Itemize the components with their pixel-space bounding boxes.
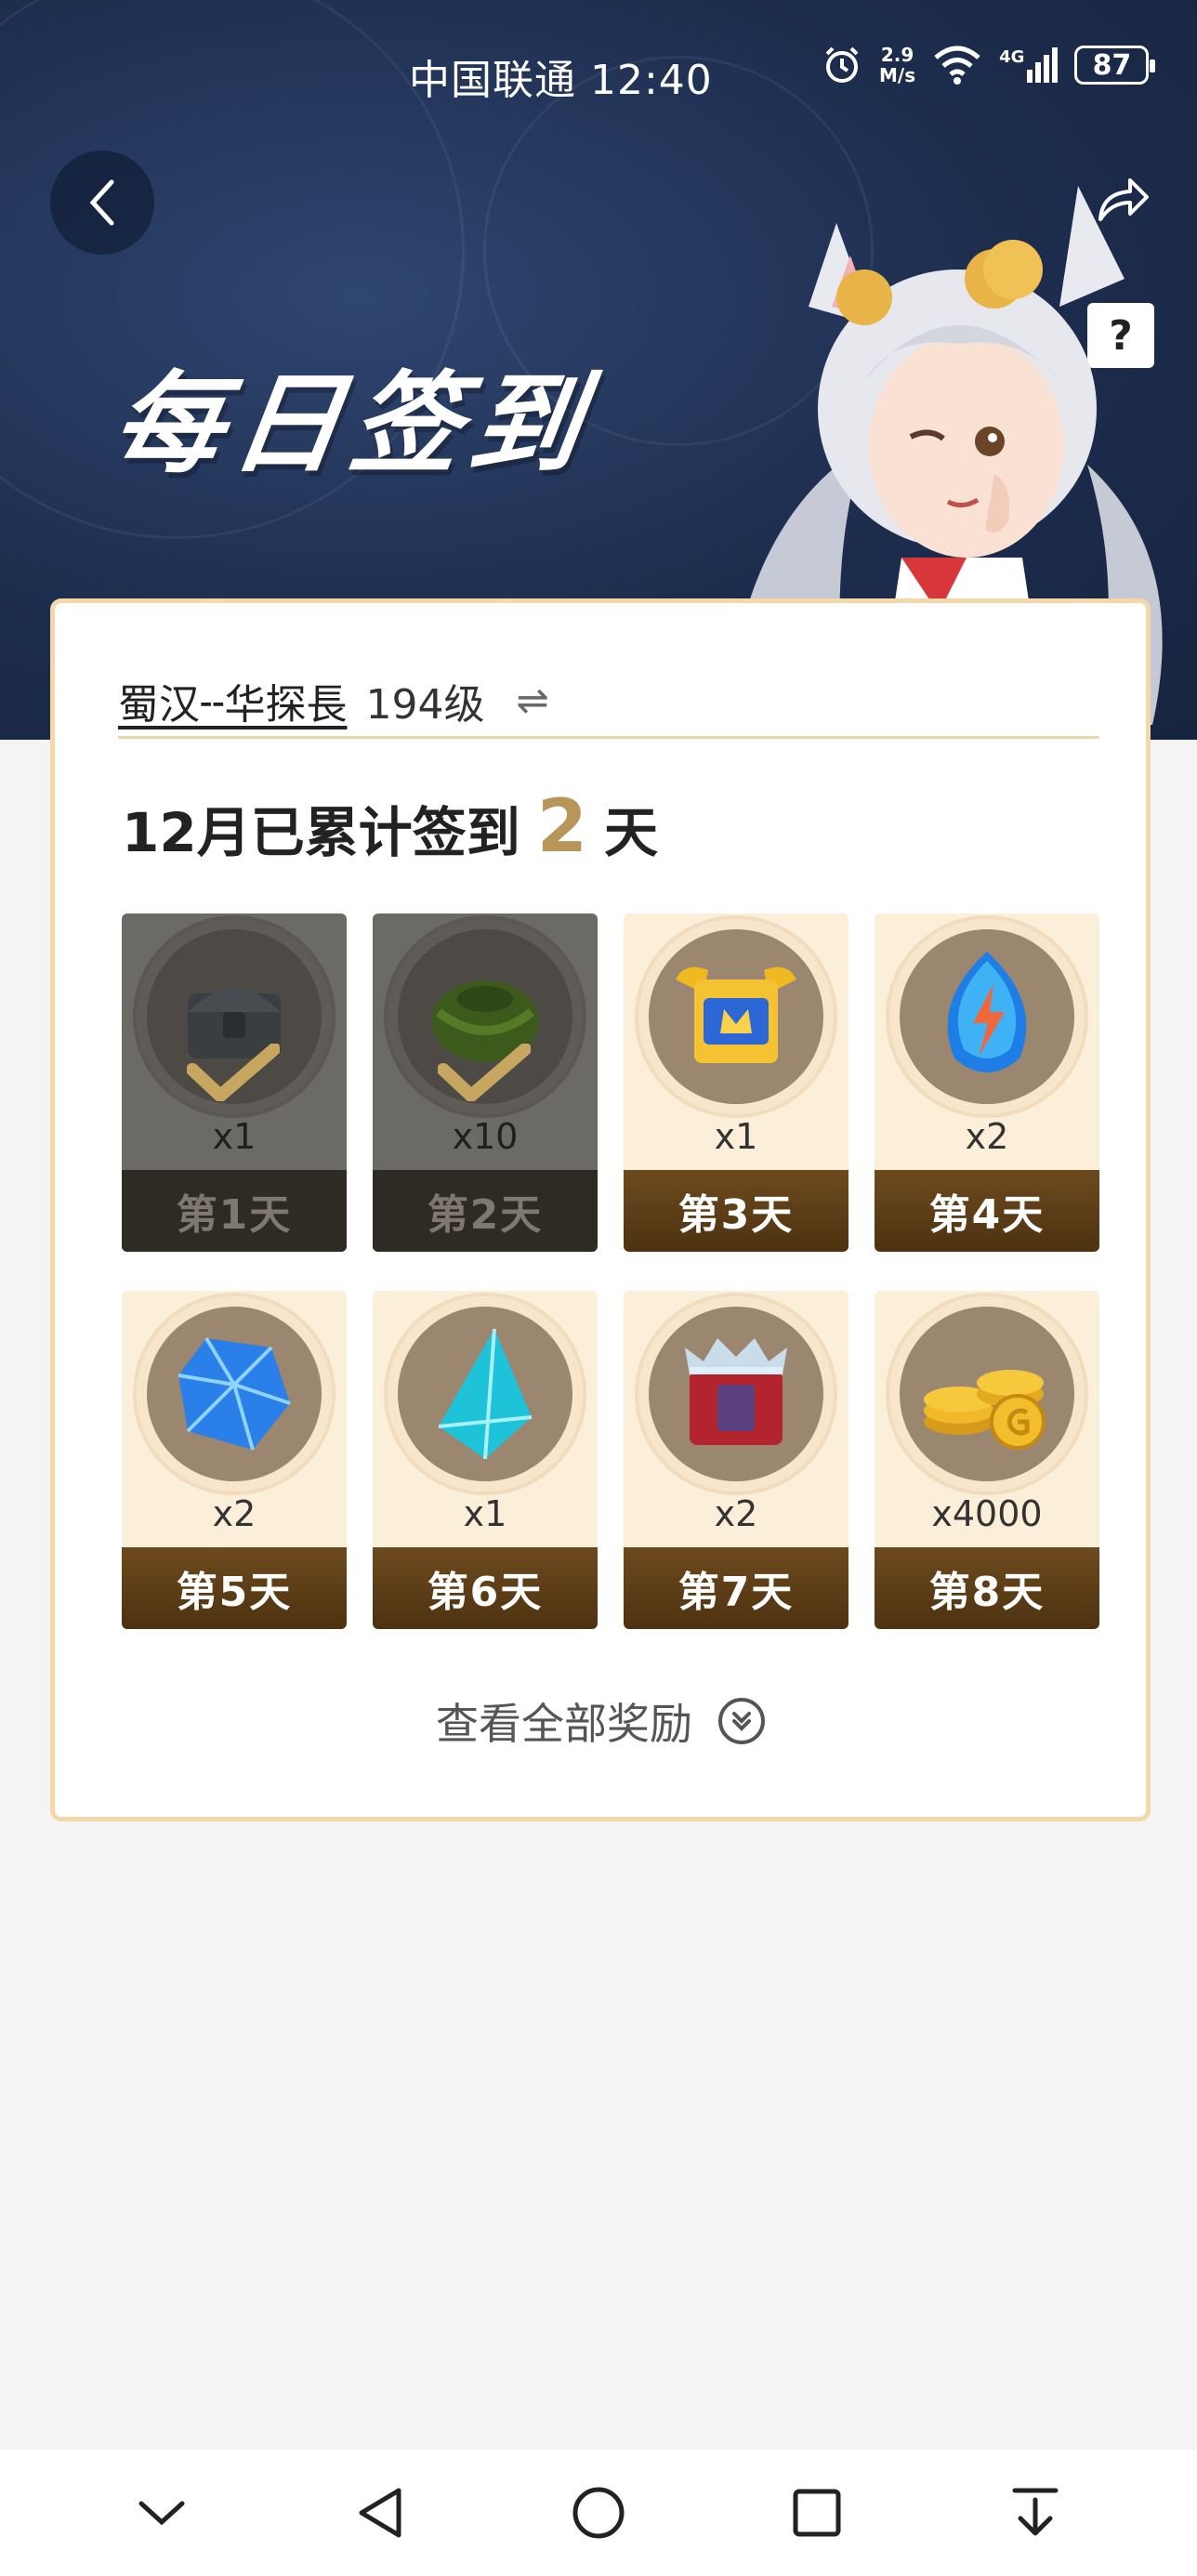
triangle-back-icon [359, 2488, 401, 2538]
net-speed: 2.9 M/s [879, 45, 915, 85]
reward-icon-frame [886, 915, 1088, 1118]
reward-grid: x1 第1天 x10 第2天 x1 第3天 x2 第4天 x2 第5天 x1 第… [122, 913, 1103, 1629]
reward-icon-frame [384, 1293, 586, 1495]
reward-quantity: x1 [463, 1493, 507, 1534]
reward-day-label: 第3天 [624, 1170, 848, 1252]
reward-cell-day-6[interactable]: x1 第6天 [373, 1291, 598, 1629]
nav-hide-button[interactable] [125, 2476, 199, 2550]
signin-summary: 12月已累计签到 2 天 [122, 785, 658, 869]
lightning-gem-icon [900, 929, 1074, 1104]
claimed-check-icon [438, 1044, 531, 1101]
reward-quantity: x10 [452, 1116, 519, 1157]
claimed-check-icon [187, 1044, 280, 1101]
reward-icon-frame [635, 1293, 837, 1495]
reward-day-label: 第7天 [624, 1547, 848, 1629]
reward-day-label: 第5天 [122, 1547, 347, 1629]
double-chevron-down-icon [718, 1698, 765, 1744]
reward-cell-day-1[interactable]: x1 第1天 [122, 913, 347, 1252]
reward-cell-day-5[interactable]: x2 第5天 [122, 1291, 347, 1629]
reward-icon-frame [886, 1293, 1088, 1495]
player-name: 蜀汉╌华探長 [118, 680, 348, 729]
reward-cell-day-8[interactable]: x4000 第8天 [875, 1291, 1099, 1629]
page-title: 每日签到 [104, 360, 599, 488]
reward-quantity: x4000 [931, 1493, 1043, 1534]
reward-day-label: 第6天 [373, 1547, 598, 1629]
switch-account-icon[interactable]: ⇌ [516, 677, 548, 723]
cyan-crystal-icon [398, 1307, 572, 1481]
reward-icon-frame [133, 1293, 335, 1495]
reward-day-label: 第8天 [875, 1547, 1099, 1629]
blue-crystal-icon [147, 1307, 322, 1481]
reward-day-label: 第1天 [122, 1170, 347, 1252]
reward-quantity: x1 [714, 1116, 758, 1157]
chevron-left-icon [89, 179, 114, 226]
pull-down-icon [1012, 2488, 1059, 2536]
reward-day-label: 第2天 [373, 1170, 598, 1252]
square-recents-icon [793, 2489, 841, 2537]
net-speed-unit: M/s [879, 64, 916, 86]
reward-icon-frame [635, 915, 837, 1118]
wifi-icon [934, 46, 980, 85]
reward-cell-day-3[interactable]: x1 第3天 [624, 913, 848, 1252]
summary-prefix: 12月已累计签到 [122, 801, 520, 864]
nav-home-button[interactable] [561, 2476, 636, 2550]
circle-home-icon [572, 2487, 625, 2539]
back-button[interactable] [50, 151, 154, 255]
player-level: 194级 [365, 680, 485, 729]
network-type: 4G [999, 47, 1025, 67]
carrier-time: 中国联通 12:40 [409, 57, 713, 104]
nav-notifications-button[interactable] [998, 2476, 1072, 2550]
chevron-down-icon [138, 2501, 185, 2526]
reward-cell-day-4[interactable]: x2 第4天 [875, 913, 1099, 1252]
reward-quantity: x2 [212, 1493, 256, 1534]
nav-back-button[interactable] [343, 2476, 417, 2550]
signin-day-count: 2 [536, 785, 587, 869]
red-chest-icon [649, 1307, 823, 1481]
status-icons: 2.9 M/s 4G 87 [822, 45, 1156, 85]
battery-level: 87 [1092, 48, 1132, 82]
net-speed-value: 2.9 [880, 44, 914, 66]
alarm-icon [825, 46, 859, 83]
view-all-rewards-button[interactable]: 查看全部奖励 [55, 1690, 1146, 1752]
reward-cell-day-2[interactable]: x10 第2天 [373, 913, 598, 1252]
system-navigation-bar [0, 2450, 1197, 2576]
battery-indicator: 87 [1074, 46, 1156, 85]
reward-day-label: 第4天 [875, 1170, 1099, 1252]
summary-suffix: 天 [604, 801, 659, 864]
player-info-row[interactable]: 蜀汉╌华探長 194级 ⇌ [118, 664, 1099, 739]
gold-coins-icon [900, 1307, 1074, 1481]
reward-quantity: x2 [714, 1493, 758, 1534]
view-all-label: 查看全部奖励 [436, 1699, 692, 1749]
reward-quantity: x1 [212, 1116, 256, 1157]
golden-chest-icon [649, 929, 823, 1104]
status-bar: 中国联通 12:40 2.9 M/s 4G 87 [0, 37, 1197, 112]
nav-recents-button[interactable] [780, 2476, 854, 2550]
signin-card: 蜀汉╌华探長 194级 ⇌ 12月已累计签到 2 天 x1 第1天 x10 第2… [50, 598, 1151, 1821]
cellular-signal-icon: 4G [999, 47, 1059, 83]
reward-cell-day-7[interactable]: x2 第7天 [624, 1291, 848, 1629]
reward-quantity: x2 [965, 1116, 1009, 1157]
